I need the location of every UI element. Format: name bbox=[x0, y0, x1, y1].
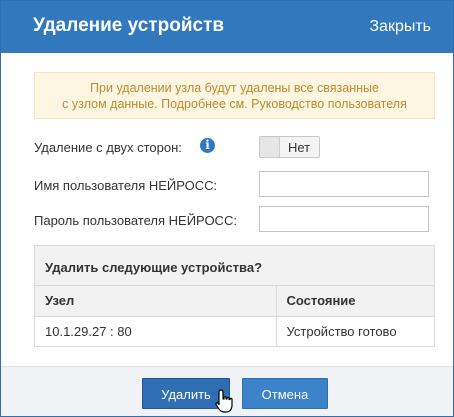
cancel-button[interactable]: Отмена bbox=[242, 378, 328, 409]
password-input[interactable] bbox=[259, 206, 429, 232]
warning-notice: При удалении узла будут удалены все связ… bbox=[34, 72, 435, 119]
username-label: Имя пользователя НЕЙРОСС: bbox=[34, 178, 218, 193]
dialog-title: Удаление устройств bbox=[33, 15, 225, 36]
info-icon[interactable]: i bbox=[200, 138, 215, 153]
toggle-knob bbox=[260, 137, 280, 157]
two-sided-label: Удаление с двух сторон: bbox=[34, 140, 182, 155]
two-sided-toggle[interactable]: Нет bbox=[259, 136, 320, 158]
cell-status: Устройство готово bbox=[276, 316, 434, 346]
table-row: 10.1.29.27 : 80 Устройство готово bbox=[35, 316, 434, 346]
column-header-node: Узел bbox=[35, 286, 277, 317]
delete-devices-dialog: Удаление устройств Закрыть При удалении … bbox=[0, 0, 454, 417]
devices-panel: Удалить следующие устройства? Узел Состо… bbox=[34, 245, 435, 347]
cell-node: 10.1.29.27 : 80 bbox=[35, 316, 277, 346]
hand-pointer-icon bbox=[215, 389, 233, 413]
close-link[interactable]: Закрыть bbox=[369, 18, 431, 36]
column-header-status: Состояние bbox=[276, 286, 434, 317]
password-label: Пароль пользователя НЕЙРОСС: bbox=[34, 213, 237, 228]
dialog-header: Удаление устройств Закрыть bbox=[1, 1, 453, 53]
toggle-value: Нет bbox=[288, 140, 311, 155]
username-input[interactable] bbox=[259, 171, 429, 197]
devices-heading: Удалить следующие устройства? bbox=[35, 246, 434, 286]
devices-table: Узел Состояние 10.1.29.27 : 80 Устройств… bbox=[35, 286, 434, 346]
table-header-row: Узел Состояние bbox=[35, 286, 434, 317]
notice-line-2: с узлом данные. Подробнее см. Руководств… bbox=[62, 97, 407, 111]
notice-line-1: При удалении узла будут удалены все связ… bbox=[90, 81, 379, 95]
